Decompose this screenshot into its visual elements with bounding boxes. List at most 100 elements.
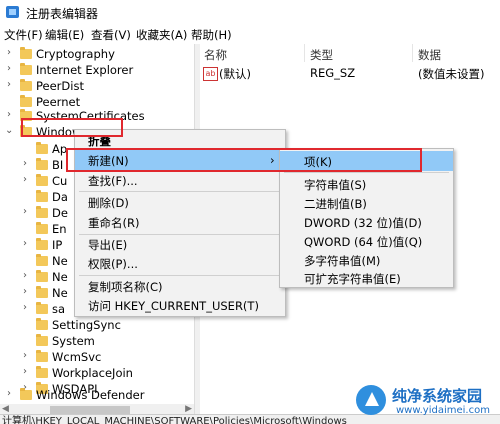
menu-item-delete[interactable]: 删除(D) bbox=[75, 192, 285, 212]
menu-view[interactable]: 查看(V) bbox=[91, 27, 131, 43]
tree-item-label: System bbox=[52, 334, 95, 348]
string-value-icon: ab bbox=[203, 67, 218, 81]
folder-icon bbox=[20, 388, 32, 400]
tree-item-label: Da bbox=[52, 190, 68, 204]
menu-item-label: 删除(D) bbox=[88, 196, 129, 210]
expand-arrow-icon[interactable]: › bbox=[23, 158, 27, 169]
value-row[interactable]: ab (默认) REG_SZ (数值未设置) bbox=[200, 66, 500, 82]
folder-icon bbox=[36, 222, 48, 234]
menu-file[interactable]: 文件(F) bbox=[4, 27, 43, 43]
submenu-item-qword-value[interactable]: QWORD (64 位)值(Q) bbox=[280, 231, 453, 251]
column-header-name[interactable]: 名称 bbox=[204, 47, 227, 63]
menu-favorites[interactable]: 收藏夹(A) bbox=[136, 27, 187, 43]
menu-item-copy-key-name[interactable]: 复制项名称(C) bbox=[75, 276, 285, 296]
submenu-item-expandable-string-value[interactable]: 可扩充字符串值(E) bbox=[280, 268, 453, 288]
folder-icon bbox=[36, 238, 48, 250]
annotation-box-new-key bbox=[66, 148, 422, 172]
menu-separator bbox=[284, 172, 449, 173]
folder-icon bbox=[20, 63, 32, 75]
tree-item-label: Cryptography bbox=[36, 47, 115, 61]
expand-arrow-icon[interactable]: › bbox=[23, 270, 27, 281]
menu-item-rename[interactable]: 重命名(R) bbox=[75, 212, 285, 232]
menu-item-label: 访问 HKEY_CURRENT_USER(T) bbox=[88, 299, 259, 313]
submenu-item-label: 多字符串值(M) bbox=[304, 254, 381, 268]
menu-edit[interactable]: 编辑(E) bbox=[45, 27, 84, 43]
tree-item[interactable]: › Windows Defender bbox=[0, 386, 194, 404]
tree-item-label: sa bbox=[52, 302, 66, 316]
submenu-item-binary-value[interactable]: 二进制值(B) bbox=[280, 193, 453, 213]
watermark-url: www.yidaimei.com bbox=[396, 405, 490, 416]
menu-item-permissions[interactable]: 权限(P)... bbox=[75, 253, 285, 273]
column-divider[interactable] bbox=[304, 44, 305, 62]
expand-arrow-icon[interactable]: › bbox=[23, 174, 27, 185]
tree-item-label: IP bbox=[52, 238, 63, 252]
submenu-item-label: 字符串值(S) bbox=[304, 178, 367, 192]
submenu-item-label: 可扩充字符串值(E) bbox=[304, 272, 401, 286]
tree-item-label: Ne bbox=[52, 270, 68, 284]
submenu-item-label: DWORD (32 位)值(D) bbox=[304, 216, 422, 230]
collapse-arrow-icon[interactable]: ⌄ bbox=[5, 125, 13, 136]
tree-item-label: De bbox=[52, 206, 68, 220]
folder-icon bbox=[36, 270, 48, 282]
value-data: (数值未设置) bbox=[418, 67, 485, 81]
menu-item-goto-hkcu[interactable]: 访问 HKEY_CURRENT_USER(T) bbox=[75, 295, 285, 315]
annotation-box-windows bbox=[21, 118, 123, 137]
expand-arrow-icon[interactable]: › bbox=[23, 206, 27, 217]
submenu-item-label: 二进制值(B) bbox=[304, 197, 367, 211]
folder-icon bbox=[20, 47, 32, 59]
column-divider[interactable] bbox=[412, 44, 413, 62]
folder-icon bbox=[36, 190, 48, 202]
folder-icon bbox=[36, 174, 48, 186]
expand-arrow-icon[interactable]: › bbox=[7, 79, 11, 90]
submenu-item-multi-string-value[interactable]: 多字符串值(M) bbox=[280, 250, 453, 270]
tree-item-label: PeerDist bbox=[36, 79, 84, 93]
watermark-logo-icon bbox=[356, 385, 386, 415]
expand-arrow-icon[interactable]: › bbox=[7, 63, 11, 74]
folder-icon bbox=[36, 318, 48, 330]
menu-item-label: 导出(E) bbox=[88, 238, 128, 252]
column-header-type[interactable]: 类型 bbox=[310, 47, 333, 63]
expand-arrow-icon[interactable]: › bbox=[7, 47, 11, 58]
menu-item-label: 权限(P)... bbox=[88, 257, 138, 271]
tree-item-label: SettingSync bbox=[52, 318, 121, 332]
menu-item-label: 复制项名称(C) bbox=[88, 280, 163, 294]
expand-arrow-icon[interactable]: › bbox=[23, 302, 27, 313]
tree-item-label: Ne bbox=[52, 254, 68, 268]
expand-arrow-icon[interactable]: › bbox=[23, 238, 27, 249]
scroll-left-icon[interactable]: ◀ bbox=[2, 404, 9, 414]
folder-icon bbox=[36, 302, 48, 314]
folder-icon bbox=[20, 95, 32, 107]
folder-icon bbox=[36, 254, 48, 266]
submenu-item-label: QWORD (64 位)值(Q) bbox=[304, 235, 423, 249]
tree-item-label: En bbox=[52, 222, 67, 236]
folder-icon bbox=[20, 79, 32, 91]
folder-icon bbox=[36, 206, 48, 218]
tree-item-label: WorkplaceJoin bbox=[52, 366, 133, 380]
watermark-title: 纯净系统家园 bbox=[392, 387, 483, 405]
expand-arrow-icon[interactable]: › bbox=[23, 286, 27, 297]
folder-icon bbox=[36, 350, 48, 362]
expand-arrow-icon[interactable]: › bbox=[23, 350, 27, 361]
expand-arrow-icon[interactable]: › bbox=[23, 366, 27, 377]
tree-item-label: Cu bbox=[52, 174, 68, 188]
menu-item-export[interactable]: 导出(E) bbox=[75, 234, 285, 254]
submenu-item-dword-value[interactable]: DWORD (32 位)值(D) bbox=[280, 212, 453, 232]
menu-help[interactable]: 帮助(H) bbox=[191, 27, 232, 43]
expand-arrow-icon[interactable]: › bbox=[7, 388, 11, 399]
folder-icon bbox=[36, 334, 48, 346]
tree-item-label: WcmSvc bbox=[52, 350, 102, 364]
menu-bar: 文件(F) 编辑(E) 查看(V) 收藏夹(A) 帮助(H) bbox=[0, 24, 500, 44]
submenu-item-string-value[interactable]: 字符串值(S) bbox=[280, 174, 453, 194]
folder-icon bbox=[36, 366, 48, 378]
tree-item-label: BI bbox=[52, 158, 64, 172]
folder-icon bbox=[36, 142, 48, 154]
tree-item-label: Ne bbox=[52, 286, 68, 300]
menu-item-label: 重命名(R) bbox=[88, 216, 140, 230]
scrollbar-thumb[interactable] bbox=[50, 406, 130, 414]
menu-item-find[interactable]: 查找(F)... bbox=[75, 170, 285, 190]
expand-arrow-icon[interactable]: › bbox=[7, 109, 11, 120]
scroll-right-icon[interactable]: ▶ bbox=[185, 404, 192, 414]
value-name: (默认) bbox=[219, 67, 251, 81]
column-header-data[interactable]: 数据 bbox=[418, 47, 441, 63]
regedit-app-icon bbox=[6, 6, 19, 18]
